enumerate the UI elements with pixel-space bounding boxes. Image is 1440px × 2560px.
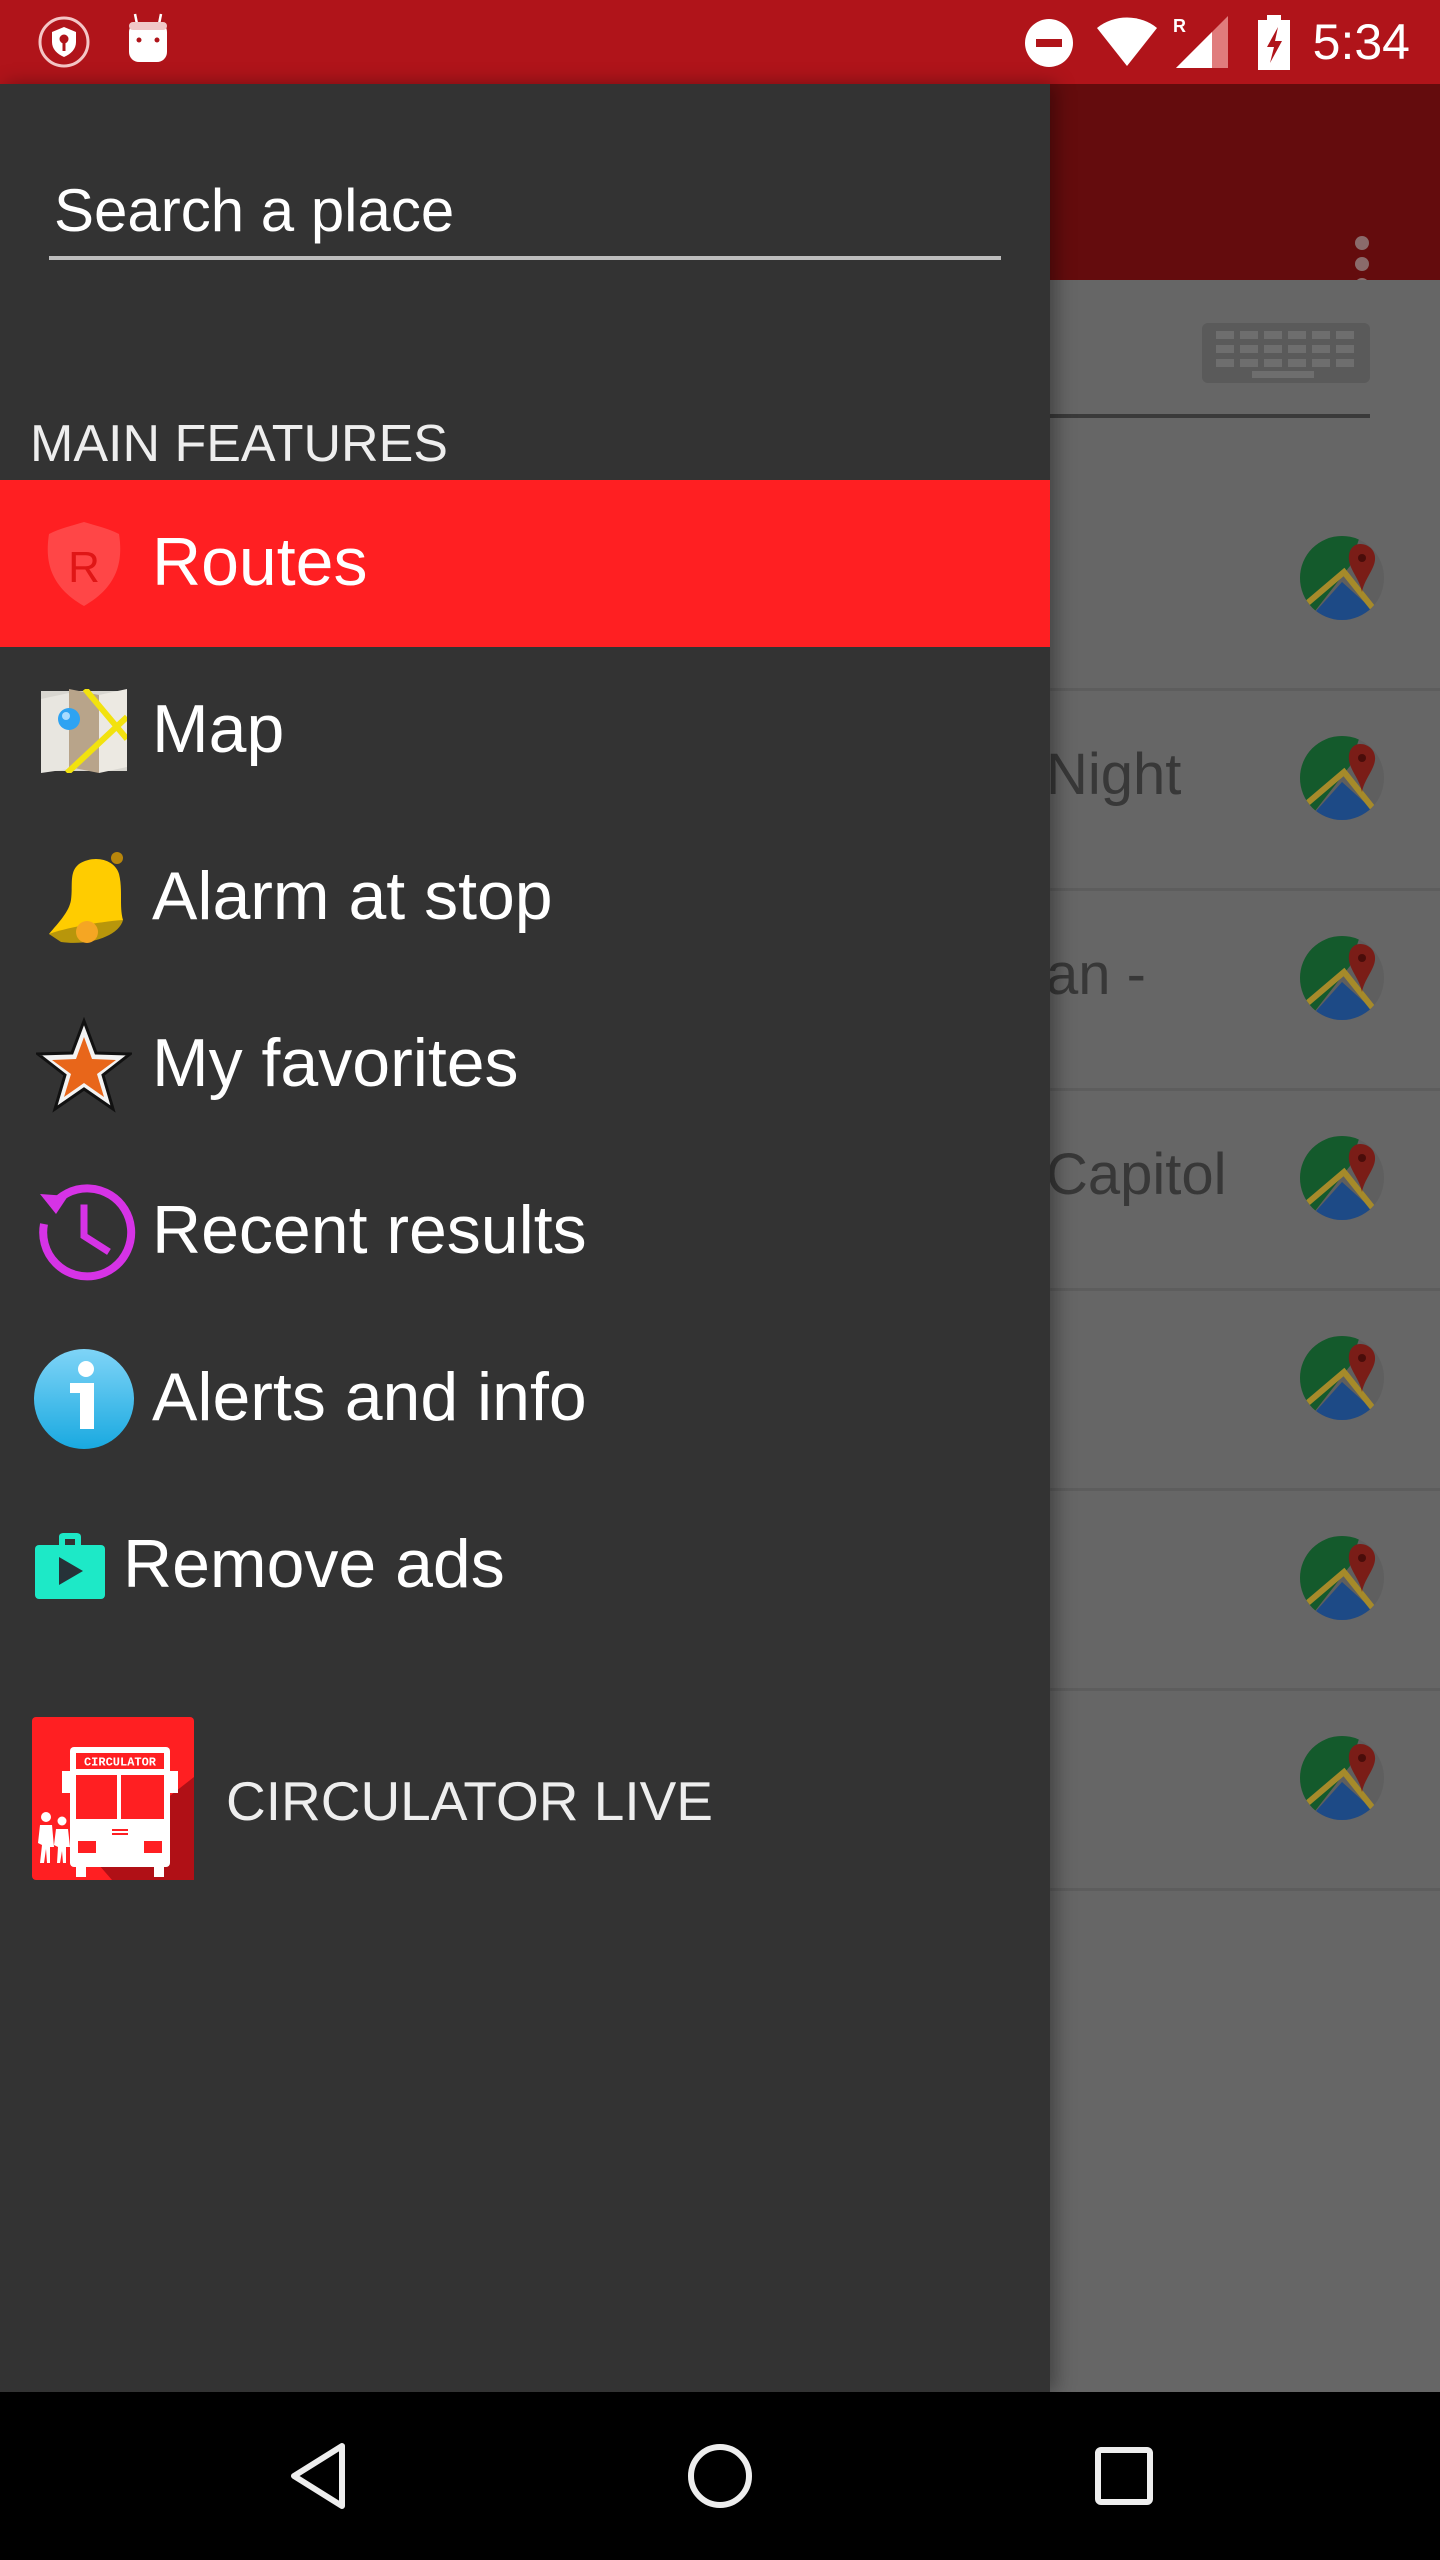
keyboard-icon[interactable] xyxy=(1202,323,1370,383)
drawer-item-recent-results[interactable]: Recent results xyxy=(0,1148,1050,1315)
drawer-item-label: Alerts and info xyxy=(152,1359,587,1435)
home-icon xyxy=(688,2444,752,2508)
circulator-live-label: CIRCULATOR LIVE xyxy=(226,1770,713,1832)
battery-charging-icon xyxy=(1258,15,1290,70)
google-maps-icon[interactable] xyxy=(1300,736,1384,820)
drawer-item-label: Alarm at stop xyxy=(152,858,553,934)
drawer-menu: R Routes Map Alarm at stop My favorites … xyxy=(0,480,1050,1649)
clock: 5:34 xyxy=(1312,14,1410,70)
screen: R 5:34 Night an - Capitol MAIN FEATURES xyxy=(0,0,1440,2560)
background-route-name: Capitol xyxy=(1046,1142,1227,1207)
background-route-name: Night xyxy=(1046,742,1182,807)
drawer-item-label: Recent results xyxy=(152,1192,587,1268)
google-maps-icon[interactable] xyxy=(1300,1736,1384,1820)
drawer-item-routes[interactable]: R Routes xyxy=(0,480,1050,647)
background-route-row[interactable]: Capitol xyxy=(1046,1091,1440,1291)
google-maps-icon[interactable] xyxy=(1300,1536,1384,1620)
drawer-item-my-favorites[interactable]: My favorites xyxy=(0,981,1050,1148)
background-route-row[interactable] xyxy=(1050,1491,1440,1691)
map-icon xyxy=(32,687,136,775)
cell-signal-roaming-icon: R xyxy=(1173,16,1228,68)
vpn-shield-key-icon xyxy=(38,16,90,68)
bell-icon xyxy=(32,852,136,943)
drawer-item-label: My favorites xyxy=(152,1025,519,1101)
system-nav-bar xyxy=(0,2392,1440,2560)
background-search-underline xyxy=(1050,414,1370,418)
home-button[interactable] xyxy=(680,2436,760,2516)
history-clock-icon xyxy=(32,1184,136,1281)
svg-text:R: R xyxy=(1173,16,1186,36)
star-icon xyxy=(32,1017,136,1113)
navigation-drawer: MAIN FEATURES R Routes xyxy=(0,84,1050,2392)
background-route-row[interactable] xyxy=(1050,1291,1440,1491)
drawer-item-alarm-at-stop[interactable]: Alarm at stop xyxy=(0,814,1050,981)
do-not-disturb-icon xyxy=(1025,19,1073,67)
svg-text:R: R xyxy=(68,543,100,592)
drawer-item-label: Remove ads xyxy=(123,1526,505,1602)
google-maps-icon[interactable] xyxy=(1300,536,1384,620)
background-route-row[interactable] xyxy=(1050,491,1440,691)
svg-text:CIRCULATOR: CIRCULATOR xyxy=(84,1756,157,1770)
google-maps-icon[interactable] xyxy=(1300,1136,1384,1220)
wifi-icon xyxy=(1097,17,1157,66)
drawer-item-label: Map xyxy=(152,691,285,767)
section-title-main-features: MAIN FEATURES xyxy=(30,415,448,473)
recents-icon xyxy=(1095,2447,1153,2505)
recents-button[interactable] xyxy=(1084,2436,1164,2516)
circulator-live-promo[interactable]: CIRCULATOR CIRCULATOR LIVE xyxy=(0,1714,1050,1884)
background-route-row[interactable] xyxy=(1050,1691,1440,1891)
circulator-bus-app-icon: CIRCULATOR xyxy=(32,1717,194,1880)
drawer-item-remove-ads[interactable]: Remove ads xyxy=(0,1482,1050,1649)
drawer-item-map[interactable]: Map xyxy=(0,647,1050,814)
play-store-bag-icon xyxy=(35,1522,105,1610)
drawer-item-alerts-and-info[interactable]: Alerts and info xyxy=(0,1315,1050,1482)
background-route-row[interactable]: Night xyxy=(1046,691,1440,891)
status-bar: R 5:34 xyxy=(0,0,1440,84)
android-robot-icon xyxy=(129,13,167,62)
back-icon xyxy=(291,2443,345,2509)
search-place-input[interactable] xyxy=(49,164,1001,260)
background-route-row[interactable]: an - xyxy=(1046,891,1440,1091)
google-maps-icon[interactable] xyxy=(1300,936,1384,1020)
info-icon xyxy=(32,1349,136,1449)
route-shield-icon: R xyxy=(32,520,136,608)
back-button[interactable] xyxy=(278,2436,358,2516)
drawer-item-label: Routes xyxy=(152,524,368,600)
background-route-name: an - xyxy=(1046,942,1146,1007)
google-maps-icon[interactable] xyxy=(1300,1336,1384,1420)
